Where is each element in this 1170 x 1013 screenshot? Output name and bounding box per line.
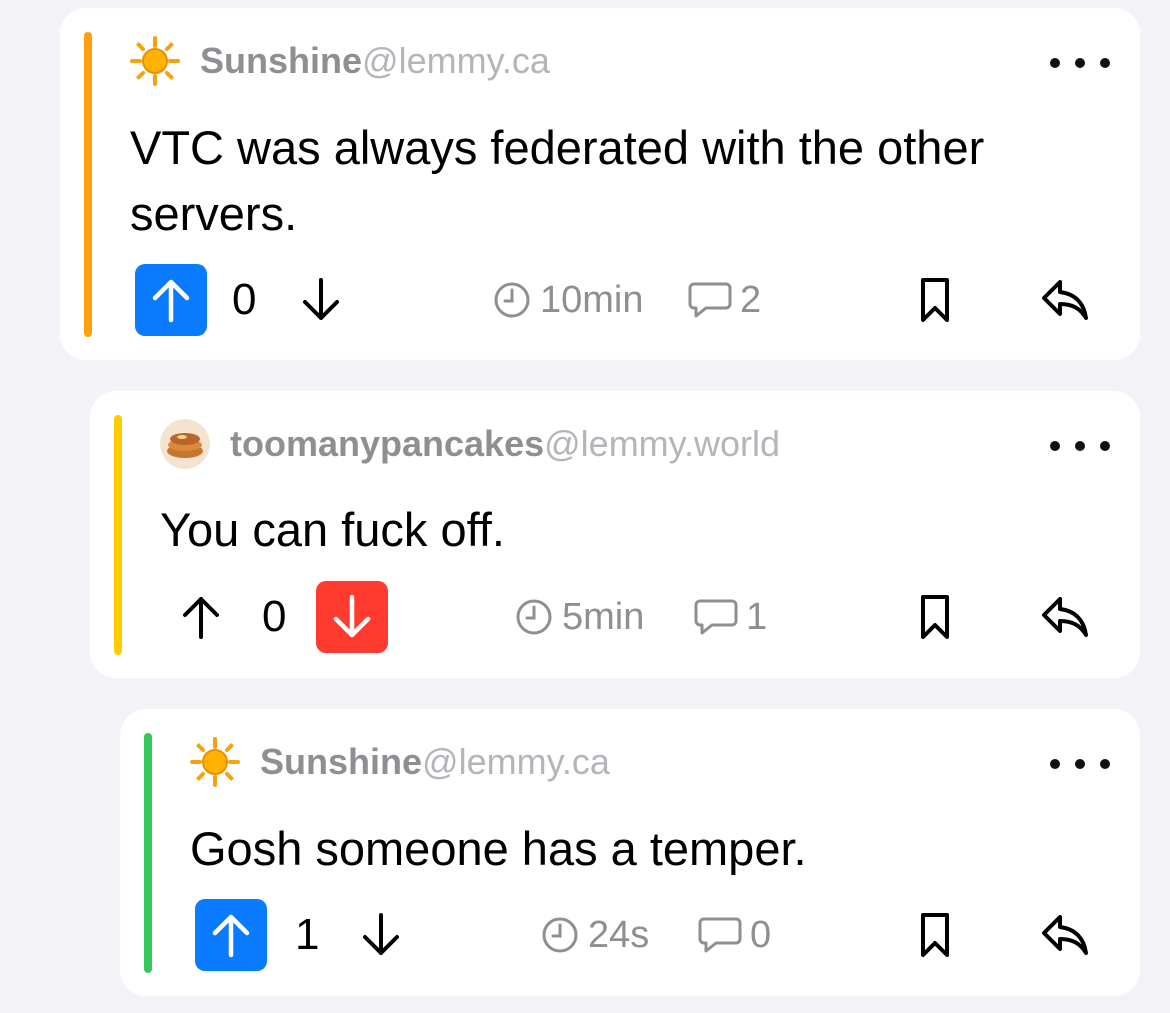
- clock-icon: [516, 599, 552, 635]
- comment-card[interactable]: toomanypancakes @lemmy.world You can fuc…: [90, 391, 1140, 678]
- more-options-button[interactable]: [1050, 426, 1110, 466]
- bookmark-icon: [921, 913, 949, 957]
- reply-count-label: 0: [750, 913, 772, 956]
- bookmark-icon: [921, 595, 949, 639]
- reply-count[interactable]: 1: [694, 581, 767, 653]
- reply-count-label: 1: [746, 595, 768, 638]
- pancake-avatar-icon: [160, 419, 210, 469]
- comment-author-row[interactable]: Sunshine @lemmy.ca: [130, 33, 550, 89]
- upvote-button[interactable]: [195, 899, 267, 971]
- comment-body: Gosh someone has a temper.: [190, 822, 807, 875]
- arrow-down-icon: [363, 913, 399, 955]
- reply-count-label: 2: [740, 278, 762, 321]
- sun-avatar-icon: [130, 36, 180, 86]
- reply-button[interactable]: [1035, 264, 1095, 336]
- sun-avatar-icon: [190, 737, 240, 787]
- more-options-button[interactable]: [1050, 744, 1110, 784]
- score-count: 1: [295, 910, 320, 959]
- upvote-button[interactable]: [165, 581, 237, 653]
- score-count: 0: [262, 592, 287, 641]
- author-name[interactable]: Sunshine: [260, 741, 422, 783]
- reply-count[interactable]: 0: [698, 899, 771, 971]
- reply-arrow-icon: [1042, 915, 1088, 955]
- downvote-button[interactable]: [316, 581, 388, 653]
- comment-action-bar: 0 5min 1: [90, 581, 1140, 655]
- downvote-button[interactable]: [345, 899, 417, 971]
- arrow-up-icon: [183, 597, 219, 639]
- author-name[interactable]: toomanypancakes: [230, 423, 544, 465]
- comment-age: 10min: [492, 264, 644, 336]
- comment-action-bar: 0 10min 2: [60, 264, 1140, 338]
- save-button[interactable]: [905, 264, 965, 336]
- author-name[interactable]: Sunshine: [200, 40, 362, 82]
- comment-bubble-icon: [694, 599, 738, 635]
- more-options-button[interactable]: [1050, 43, 1110, 83]
- save-button[interactable]: [905, 581, 965, 653]
- comment-age: 5min: [514, 581, 644, 653]
- arrow-down-icon: [333, 594, 371, 638]
- arrow-up-icon: [152, 279, 190, 323]
- downvote-button[interactable]: [285, 264, 357, 336]
- reply-button[interactable]: [1035, 899, 1095, 971]
- author-instance: @lemmy.ca: [362, 40, 550, 81]
- comment-body: VTC was always federated with the other …: [130, 121, 985, 240]
- author-instance: @lemmy.ca: [422, 741, 610, 782]
- save-button[interactable]: [905, 899, 965, 971]
- comment-age: 24s: [540, 899, 649, 971]
- comment-author-row[interactable]: Sunshine @lemmy.ca: [190, 734, 610, 790]
- arrow-up-icon: [212, 914, 250, 958]
- comment-body: You can fuck off.: [160, 503, 505, 556]
- reply-arrow-icon: [1042, 597, 1088, 637]
- reply-count[interactable]: 2: [688, 264, 761, 336]
- age-label: 24s: [588, 913, 650, 956]
- comment-bubble-icon: [698, 917, 742, 953]
- comment-card[interactable]: Sunshine @lemmy.ca VTC was always federa…: [60, 8, 1140, 360]
- upvote-button[interactable]: [135, 264, 207, 336]
- clock-icon: [494, 282, 530, 318]
- clock-icon: [542, 917, 578, 953]
- comment-action-bar: 1 24s 0: [120, 899, 1140, 973]
- reply-arrow-icon: [1042, 280, 1088, 320]
- score-count: 0: [232, 275, 257, 324]
- arrow-down-icon: [303, 278, 339, 320]
- comment-author-row[interactable]: toomanypancakes @lemmy.world: [160, 416, 780, 472]
- reply-button[interactable]: [1035, 581, 1095, 653]
- age-label: 10min: [540, 278, 644, 321]
- age-label: 5min: [562, 595, 645, 638]
- comment-card[interactable]: Sunshine @lemmy.ca Gosh someone has a te…: [120, 709, 1140, 996]
- comment-bubble-icon: [688, 282, 732, 318]
- bookmark-icon: [921, 278, 949, 322]
- author-instance: @lemmy.world: [544, 423, 781, 464]
